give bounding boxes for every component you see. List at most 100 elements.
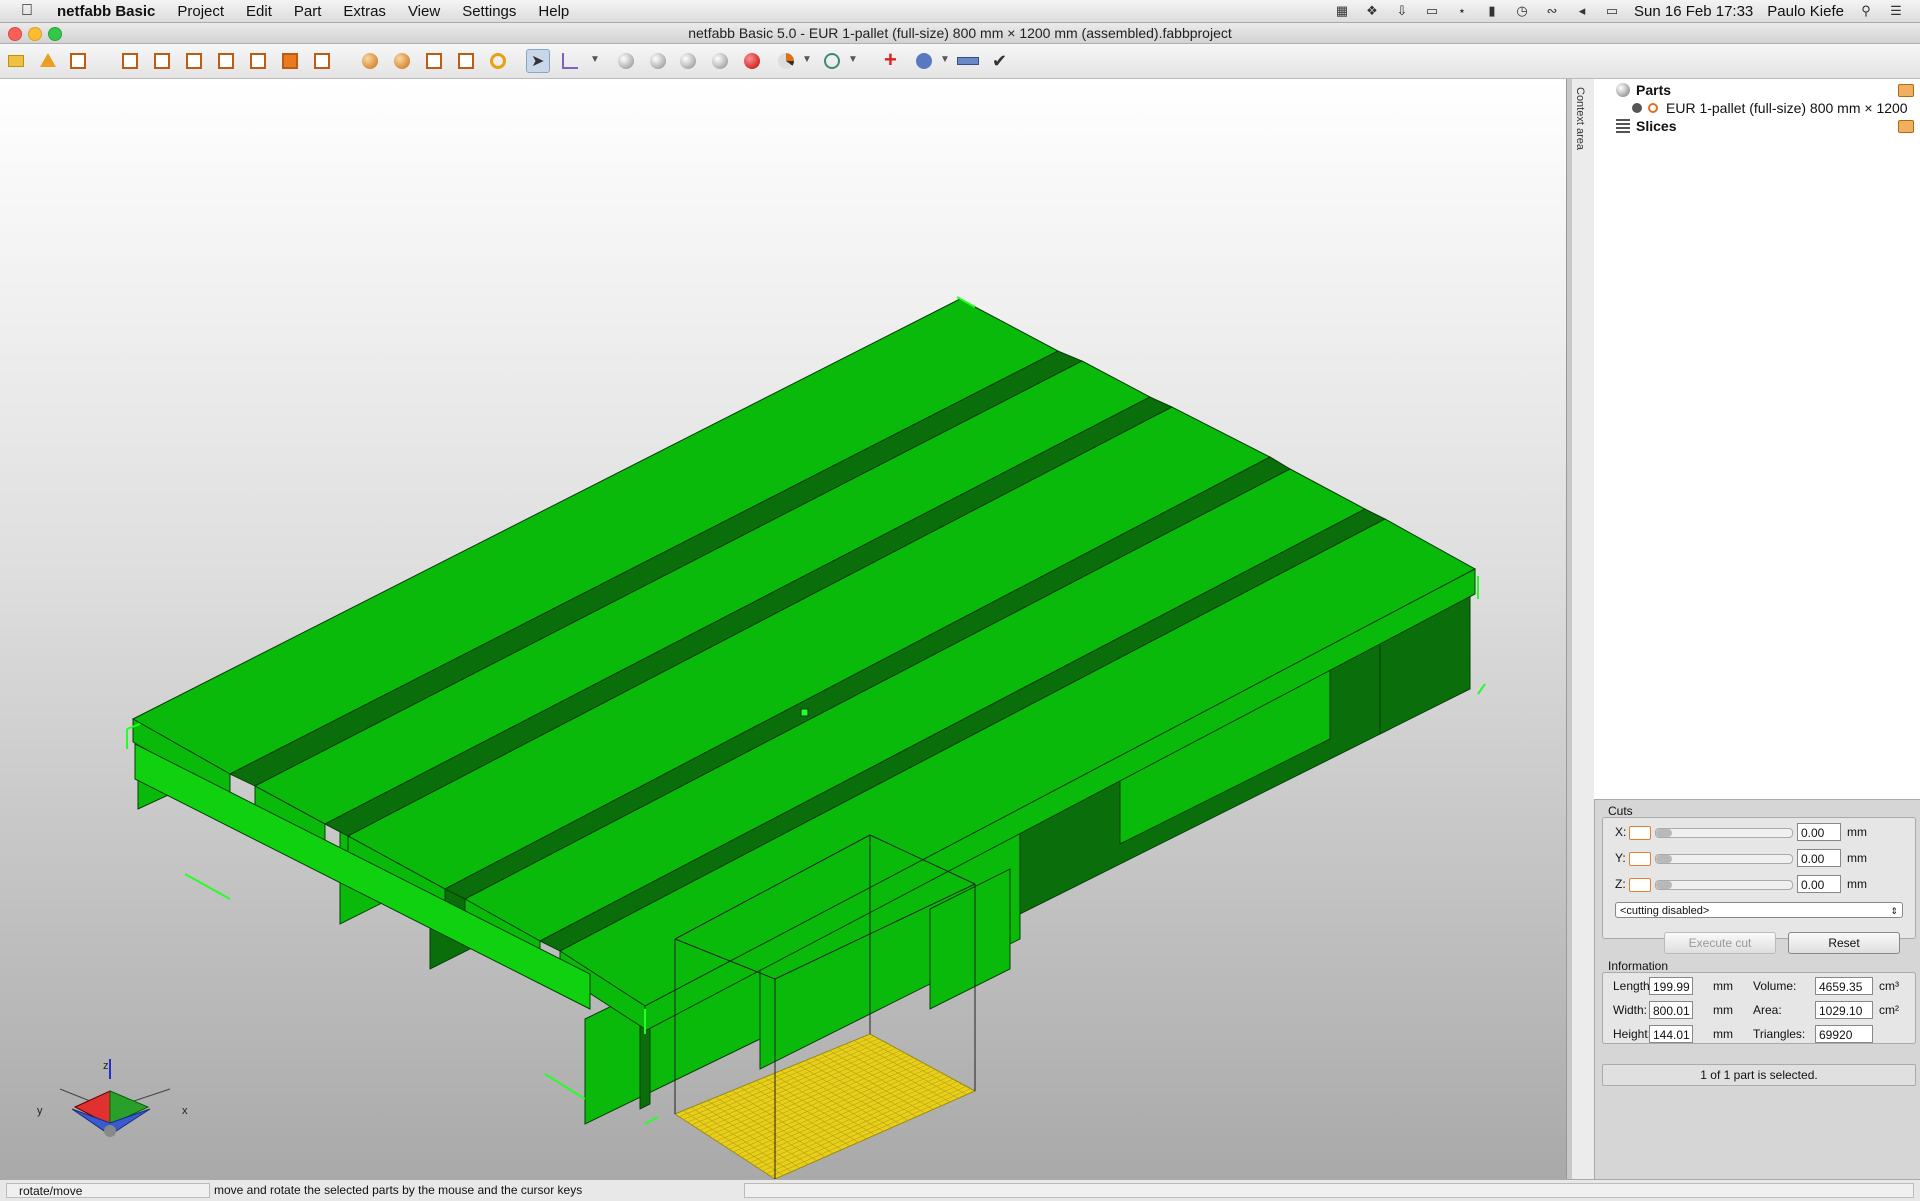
view-bottom-button[interactable] — [278, 49, 302, 73]
cut-x-slider[interactable] — [1655, 828, 1793, 838]
dropbox-icon[interactable]: ❖ — [1364, 4, 1380, 18]
view-top-button[interactable] — [246, 49, 270, 73]
view-front-button[interactable] — [118, 49, 142, 73]
cuts-title: Cuts — [1608, 804, 1633, 818]
measure-button[interactable] — [614, 49, 638, 73]
printer-status-icon[interactable]: ▦ — [1334, 4, 1350, 18]
app-menu[interactable]: netfabb Basic — [46, 3, 166, 20]
slices-folder-icon[interactable] — [1898, 120, 1914, 133]
apple-menu-icon[interactable]:  — [16, 2, 38, 20]
3d-viewport[interactable]: z y x — [0, 79, 1566, 1179]
tree-item-slices[interactable]: Slices — [1594, 117, 1920, 135]
download-icon[interactable]: ⇩ — [1394, 4, 1410, 18]
gizmo-knob[interactable] — [104, 1125, 116, 1137]
height-value: 144.01 — [1649, 1025, 1693, 1043]
open-project-button[interactable] — [4, 49, 28, 73]
export-dropdown-arrow-icon[interactable]: ▼ — [940, 54, 950, 65]
zoom-to-part-button[interactable] — [422, 49, 446, 73]
cube-left-icon — [186, 53, 202, 69]
colors-button[interactable] — [740, 49, 764, 73]
tree-item-parts[interactable]: Parts — [1594, 81, 1920, 99]
information-title: Information — [1608, 959, 1669, 973]
pallet-3d-render[interactable]: z y x — [0, 79, 1566, 1179]
view-iso-button[interactable] — [310, 49, 334, 73]
cube-info-icon — [70, 53, 86, 69]
window-title: netfabb Basic 5.0 - EUR 1-pallet (full-s… — [688, 25, 1232, 41]
volume-icon[interactable]: ◂ — [1574, 4, 1590, 18]
cut-y-toggle[interactable] — [1629, 852, 1651, 866]
view-left-button[interactable] — [182, 49, 206, 73]
cut-y-slider[interactable] — [1655, 854, 1793, 864]
analysis-dropdown-arrow-icon[interactable]: ▼ — [802, 54, 812, 65]
menu-help[interactable]: Help — [527, 3, 580, 20]
cut-y-slider-knob[interactable] — [1656, 855, 1672, 863]
cut-mode-select[interactable]: <cutting disabled> ⇕ — [1615, 902, 1903, 918]
zoom-button[interactable] — [486, 49, 510, 73]
cut-z-toggle[interactable] — [1629, 878, 1651, 892]
status-mode: rotate/move — [6, 1183, 210, 1198]
cut-x-slider-knob[interactable] — [1656, 829, 1672, 837]
cut-z-slider[interactable] — [1655, 880, 1793, 890]
tree-item-part[interactable]: EUR 1-pallet (full-size) 800 mm × 1200 — [1594, 99, 1920, 117]
shading-button[interactable] — [390, 49, 414, 73]
battery-menu-icon[interactable]: ▮ — [1484, 4, 1500, 18]
axis-gizmo[interactable]: z y x — [37, 1059, 188, 1137]
minimize-window-button[interactable] — [28, 27, 42, 41]
apply-button[interactable]: ✔ — [988, 49, 1012, 73]
menu-part[interactable]: Part — [283, 3, 333, 20]
height-unit: mm — [1713, 1027, 1733, 1041]
context-area-tab[interactable]: Context area — [1572, 79, 1595, 1179]
parts-folder-icon[interactable] — [1898, 84, 1914, 97]
menu-project[interactable]: Project — [166, 3, 235, 20]
menu-extras[interactable]: Extras — [332, 3, 397, 20]
notification-center-icon[interactable]: ☰ — [1888, 4, 1904, 18]
menu-bar:  netfabb Basic Project Edit Part Extras… — [0, 0, 1920, 23]
scale-button[interactable] — [676, 49, 700, 73]
zoom-all-button[interactable] — [454, 49, 478, 73]
view-right-button[interactable] — [214, 49, 238, 73]
view-back-button[interactable] — [150, 49, 174, 73]
rotate-button[interactable] — [646, 49, 670, 73]
time-machine-icon[interactable]: ◷ — [1514, 4, 1530, 18]
analysis-button[interactable] — [774, 49, 798, 73]
bluetooth-icon[interactable]: ⋆ — [1454, 4, 1470, 18]
axis-label-z: z — [103, 1060, 109, 1072]
repair-dropdown-arrow-icon[interactable]: ▼ — [848, 54, 858, 65]
center-pivot-marker[interactable] — [800, 708, 809, 717]
repair-button[interactable] — [820, 49, 844, 73]
spotlight-search-icon[interactable]: ⚲ — [1858, 4, 1874, 18]
part-eye-icon[interactable] — [1648, 103, 1658, 113]
visibility-dot-icon[interactable] — [1632, 103, 1642, 113]
render-mode-button[interactable] — [358, 49, 382, 73]
pallet-model[interactable] — [126, 296, 1486, 1125]
cut-z-slider-knob[interactable] — [1656, 881, 1672, 889]
export-button[interactable] — [912, 49, 936, 73]
main-toolbar: ➤ ▼ ▼ ▼ + ▼ ✔ — [0, 44, 1920, 79]
cut-x-input[interactable]: 0.00 — [1797, 823, 1841, 841]
add-part-button[interactable] — [36, 49, 60, 73]
shaded-sphere-icon — [394, 53, 410, 69]
wifi-icon[interactable]: ∾ — [1544, 4, 1560, 18]
user-name[interactable]: Paulo Kiefe — [1767, 3, 1844, 20]
menu-settings[interactable]: Settings — [451, 3, 527, 20]
airplay-icon[interactable]: ▭ — [1424, 4, 1440, 18]
battery-icon[interactable]: ▭ — [1604, 4, 1620, 18]
menu-edit[interactable]: Edit — [235, 3, 283, 20]
new-repair-button[interactable]: + — [880, 49, 904, 73]
move-tool-button[interactable] — [558, 49, 582, 73]
cut-z-input[interactable]: 0.00 — [1797, 875, 1841, 893]
select-tool-button[interactable]: ➤ — [526, 49, 550, 73]
close-window-button[interactable] — [8, 27, 22, 41]
cut-x-toggle[interactable] — [1629, 826, 1651, 840]
clock[interactable]: Sun 16 Feb 17:33 — [1634, 3, 1753, 20]
mesh-button[interactable] — [708, 49, 732, 73]
menu-view[interactable]: View — [397, 3, 451, 20]
zoom-window-button[interactable] — [48, 27, 62, 41]
move-tool-dropdown-arrow-icon[interactable]: ▼ — [590, 54, 600, 65]
reset-button[interactable]: Reset — [1788, 932, 1900, 954]
execute-cut-button[interactable]: Execute cut — [1664, 932, 1776, 954]
cut-y-input[interactable]: 0.00 — [1797, 849, 1841, 867]
part-info-button[interactable] — [66, 49, 90, 73]
ruler-button[interactable] — [956, 49, 980, 73]
mesh-icon — [712, 53, 728, 69]
